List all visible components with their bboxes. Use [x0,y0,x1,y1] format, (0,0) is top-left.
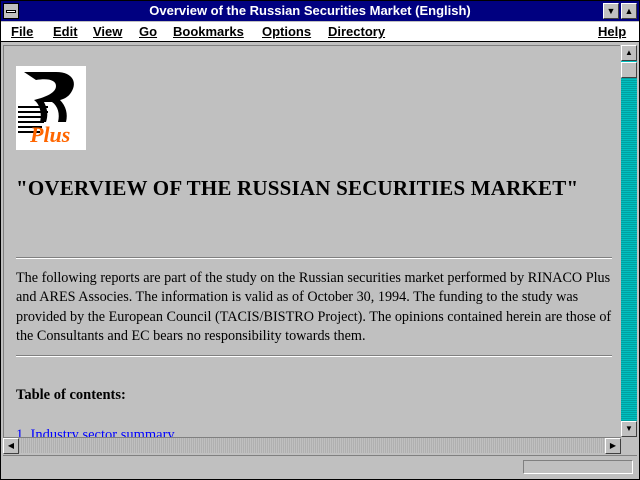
arrow-left-icon: ◀ [7,441,15,450]
menu-bookmarks-label: Bookmarks [173,24,244,39]
menu-directory[interactable]: Directory [328,22,385,41]
document-view[interactable]: Plus "OVERVIEW OF THE RUSSIAN SECURITIES… [3,45,620,438]
vertical-scroll-thumb[interactable] [621,62,637,78]
menu-bookmarks[interactable]: Bookmarks [173,22,244,41]
window-title: Overview of the Russian Securities Marke… [149,3,471,18]
arrow-down-icon: ▼ [625,424,633,433]
menu-go[interactable]: Go [139,22,157,41]
minimize-button[interactable]: ▼ [603,3,619,19]
logo-text: Plus [29,122,70,147]
menu-edit[interactable]: Edit [53,22,78,41]
menu-file[interactable]: File [11,22,33,41]
menu-help-label: Help [598,24,627,39]
triangle-up-icon: ▲ [624,6,634,16]
vertical-scrollbar[interactable]: ▲ ▼ [621,45,637,437]
menu-help[interactable]: Help [598,22,626,41]
menu-view[interactable]: View [93,22,122,41]
scroll-right-button[interactable]: ▶ [605,438,621,454]
page-heading: "OVERVIEW OF THE RUSSIAN SECURITIES MARK… [16,176,579,200]
menu-go-label: Go [139,24,158,39]
menu-bar: File Edit View Go Bookmarks Options Dire… [1,22,639,42]
menu-directory-label: Directory [328,24,386,39]
progress-indicator [523,460,633,474]
triangle-down-icon: ▼ [606,6,616,16]
divider-bottom [16,355,612,357]
horizontal-scrollbar[interactable]: ◀ ▶ [3,437,621,454]
scroll-up-button[interactable]: ▲ [621,45,637,61]
scroll-down-button[interactable]: ▼ [621,421,637,437]
title-bar[interactable]: Overview of the Russian Securities Marke… [1,1,639,21]
maximize-button[interactable]: ▲ [621,3,637,19]
intro-paragraph: The following reports are part of the st… [16,270,612,344]
menu-view-label: View [93,24,123,39]
menu-options[interactable]: Options [262,22,311,41]
arrow-up-icon: ▲ [625,48,633,57]
menu-edit-label: Edit [53,24,78,39]
toc-heading: Table of contents: [16,387,126,403]
horizontal-scroll-track[interactable] [19,438,605,453]
system-menu-button[interactable] [3,3,19,19]
system-menu-icon [6,10,16,13]
menu-file-label: File [11,24,34,39]
divider-top [16,257,612,259]
menu-options-label: Options [262,24,312,39]
scroll-left-button[interactable]: ◀ [3,438,19,454]
status-bar [3,455,637,478]
arrow-right-icon: ▶ [609,441,617,450]
rinaco-plus-logo: Plus [16,66,86,150]
browser-window: Overview of the Russian Securities Marke… [0,0,640,480]
